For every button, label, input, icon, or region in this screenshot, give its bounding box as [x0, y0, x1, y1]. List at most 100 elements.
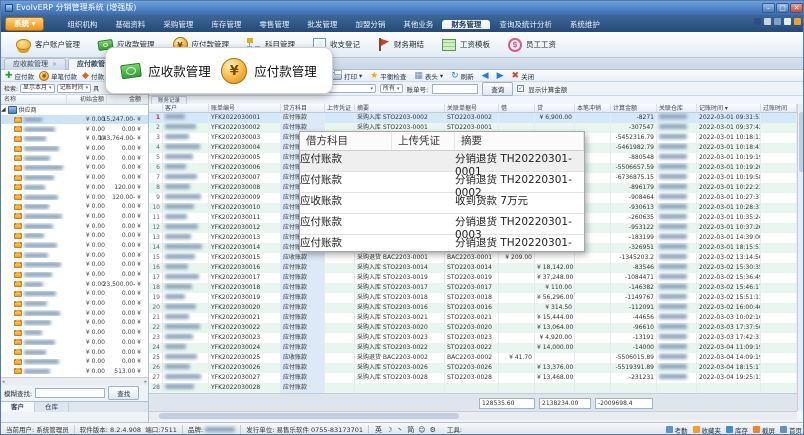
period-combo[interactable]: 显示本月▾: [20, 84, 55, 93]
tray-icon[interactable]: [784, 18, 791, 25]
toolbar-button-平衡检查[interactable]: ★平衡检查: [370, 71, 406, 81]
ime-icon[interactable]: 英: [375, 425, 382, 435]
overlay-payables-item[interactable]: ¥ 应付款管理: [221, 58, 317, 84]
tray-icon[interactable]: [774, 18, 781, 25]
tree-row[interactable]: ¥ 0.00¥ 0.00: [1, 357, 148, 367]
ime-icon[interactable]: ⚙: [430, 426, 436, 434]
grid-row[interactable]: 17YFK2022030017应付账款采购入库 STO2203-0019STO2…: [149, 273, 797, 283]
grid-row[interactable]: 23YFK2022030023应付账款采购入库 STO2203-0023STO2…: [149, 333, 797, 343]
grid-row[interactable]: 25YFK2022030025应收账款采购退货 BAC2203-0002BAC2…: [149, 353, 797, 363]
column-header-关联单据号[interactable]: 关联单据号: [445, 104, 499, 112]
ime-icon[interactable]: ☺: [418, 426, 425, 434]
tree-row[interactable]: ¥ 0.00¥ -15,247.00: [1, 115, 148, 125]
popup-row[interactable]: 应付账款分销退货 TH20220301-0004: [300, 235, 584, 252]
toolbar-button-刷新[interactable]: ↻刷新: [451, 71, 474, 81]
status-button-首页[interactable]: 首页: [780, 425, 802, 435]
system-menu-button[interactable]: 系统 ▾: [5, 17, 44, 31]
grid-row[interactable]: 21YFK2022030021应付账款采购入库 STO2203-0021STO2…: [149, 313, 797, 323]
column-header-客户[interactable]: 客户: [163, 104, 209, 112]
status-button-考勤[interactable]: 考勤: [666, 425, 688, 435]
tree-row[interactable]: ¥ 0.00¥ 513.00: [1, 367, 148, 377]
menu-item-库存管理[interactable]: 库存管理: [202, 20, 250, 29]
grid-row[interactable]: 28YFK2022030028应付账款: [149, 383, 797, 393]
tree-row[interactable]: ¥ 0.00¥ -120.00: [1, 192, 148, 202]
tree-row[interactable]: ¥ 0.00¥ 120.00: [1, 183, 148, 193]
column-header-本笔冲销[interactable]: 本笔冲销: [575, 104, 611, 112]
grid-row[interactable]: 27YFK2022030027应付账款采购入库 STO2203-0028STO2…: [149, 373, 797, 383]
tree-row[interactable]: ¥ 0.00¥ 0.00: [1, 318, 148, 328]
status-button-收藏夹[interactable]: 收藏夹: [693, 425, 722, 435]
popup-row[interactable]: 应付账款分销退货 TH20220301-0001: [300, 151, 584, 172]
tree-row[interactable]: ¥ 0.00¥ 0.00: [1, 202, 148, 212]
tree-root-row[interactable]: ◢供应商: [1, 105, 148, 115]
status-button-库存[interactable]: 库存: [726, 425, 748, 435]
tree-row[interactable]: ¥ 0.00¥ 0.00: [1, 124, 148, 134]
column-header-摘要[interactable]: 摘要: [355, 104, 445, 112]
toolbar-button-打印[interactable]: 打印▾: [331, 71, 362, 81]
toolbar-button-表头[interactable]: ▦表头▾: [414, 71, 443, 81]
ime-icon[interactable]: ☽: [386, 426, 392, 434]
column-header-过账时间[interactable]: 过账时间: [761, 104, 797, 112]
menu-item-查询及统计分析[interactable]: 查询及统计分析: [490, 20, 561, 29]
menu-item-批发管理[interactable]: 批发管理: [298, 20, 346, 29]
tree-row[interactable]: ¥ 0.00¥ 0.00: [1, 173, 148, 183]
overlay-receivables-item[interactable]: 应收款管理: [121, 61, 211, 80]
tree-row[interactable]: ¥ 0.00¥ -23,500.00: [1, 279, 148, 289]
column-header-计算金额[interactable]: 计算金额: [611, 104, 657, 112]
toolbar-button-▶[interactable]: ▶: [497, 71, 504, 81]
ribbon-button-员工工资[interactable]: $员工工资: [499, 34, 565, 56]
popup-row[interactable]: 应付账款分销退货 TH20220301-0002: [300, 172, 584, 193]
popup-row[interactable]: 应收账款收到货款 7万元: [300, 193, 584, 214]
left-tab-客户[interactable]: 客户: [1, 402, 35, 412]
fuzzy-search-input[interactable]: [35, 388, 105, 398]
ribbon-button-工资模板[interactable]: 工资模板: [433, 34, 499, 56]
menu-item-财务管理[interactable]: 财务管理: [442, 20, 490, 29]
menu-item-零售管理[interactable]: 零售管理: [250, 20, 298, 29]
tray-icon[interactable]: [764, 18, 771, 25]
ime-icon[interactable]: 丶: [396, 425, 403, 435]
column-header-row-number[interactable]: [149, 104, 163, 112]
tree-row[interactable]: ¥ 0.00¥ 0.00: [1, 260, 148, 270]
menu-item-组织机构[interactable]: 组织机构: [58, 20, 106, 29]
grid-row[interactable]: 19YFK2022030019应付账款采购入库 STO2203-0018STO2…: [149, 293, 797, 303]
menu-item-其他业务[interactable]: 其他业务: [394, 20, 442, 29]
grid-row[interactable]: 15YFK2022030015应收账款采购退货 BAC2203-0001BAC2…: [149, 253, 797, 263]
tree-row[interactable]: ¥ 0.00¥ 0.00: [1, 153, 148, 163]
grid-row[interactable]: 18YFK2022030018应付账款采购入库 STO2203-0017STO2…: [149, 283, 797, 293]
left-toolbar-button-单笔付款[interactable]: ¥单笔付款: [39, 71, 77, 81]
tray-icon[interactable]: [794, 18, 801, 25]
close-button[interactable]: ✕: [790, 3, 803, 13]
fuzzy-search-button[interactable]: 查找: [108, 386, 139, 400]
tree-row[interactable]: ¥ 0.00¥ 0.00: [1, 347, 148, 357]
tree-row[interactable]: ¥ 0.00¥ 0.00: [1, 231, 148, 241]
tree-row[interactable]: ¥ 0.00¥ 0.00: [1, 163, 148, 173]
toolbar-button-关闭[interactable]: ✖关闭: [512, 71, 535, 81]
column-header-账单编号[interactable]: 账单编号: [209, 104, 281, 112]
left-horizontal-scrollbar[interactable]: ◂▸: [1, 377, 148, 385]
grid-horizontal-scrollbar[interactable]: [149, 411, 797, 420]
left-toolbar-button-付款[interactable]: ◆付款: [82, 71, 104, 81]
expand-icon[interactable]: ◢: [1, 106, 6, 113]
column-header-记账时间[interactable]: 记账时间 ▾: [697, 104, 761, 112]
tab-close-icon[interactable]: ×: [52, 59, 57, 70]
ime-icon[interactable]: 简: [407, 425, 414, 435]
menu-item-基础资料[interactable]: 基础资料: [106, 20, 154, 29]
grid-row[interactable]: 16YFK2022030016应付账款采购入库 STO2203-0014STO2…: [149, 263, 797, 273]
menu-item-系统维护[interactable]: 系统维护: [561, 20, 609, 29]
menu-item-加盟分销[interactable]: 加盟分销: [346, 20, 394, 29]
bill-number-input[interactable]: [432, 84, 478, 94]
column-header-贷方科目[interactable]: 贷方科目: [281, 104, 325, 112]
tree-row[interactable]: ¥ 0.00¥ 0.00: [1, 376, 148, 377]
tray-icon[interactable]: [754, 18, 761, 25]
field-combo[interactable]: 记账时间▾: [57, 84, 92, 93]
column-header-贷[interactable]: 贷: [535, 104, 575, 112]
grid-tab[interactable]: 账务记录: [151, 96, 187, 104]
menu-item-采购管理[interactable]: 采购管理: [154, 20, 202, 29]
grid-row[interactable]: 20YFK2022030020应付账款采购入库 STO2203-0016STO2…: [149, 303, 797, 313]
tree-row[interactable]: ¥ 0.00¥ 0.00: [1, 338, 148, 348]
grid-row[interactable]: 1YFK2022030001应付账款采购入库 STO2203-0002STO22…: [149, 113, 797, 123]
toolbar-button-◀[interactable]: ◀: [482, 71, 489, 81]
tree-row[interactable]: ¥ 0.00¥ 0.00: [1, 221, 148, 231]
tree-row[interactable]: ¥ 0.00¥ 0.00: [1, 212, 148, 222]
left-tab-仓库[interactable]: 仓库: [35, 402, 69, 412]
